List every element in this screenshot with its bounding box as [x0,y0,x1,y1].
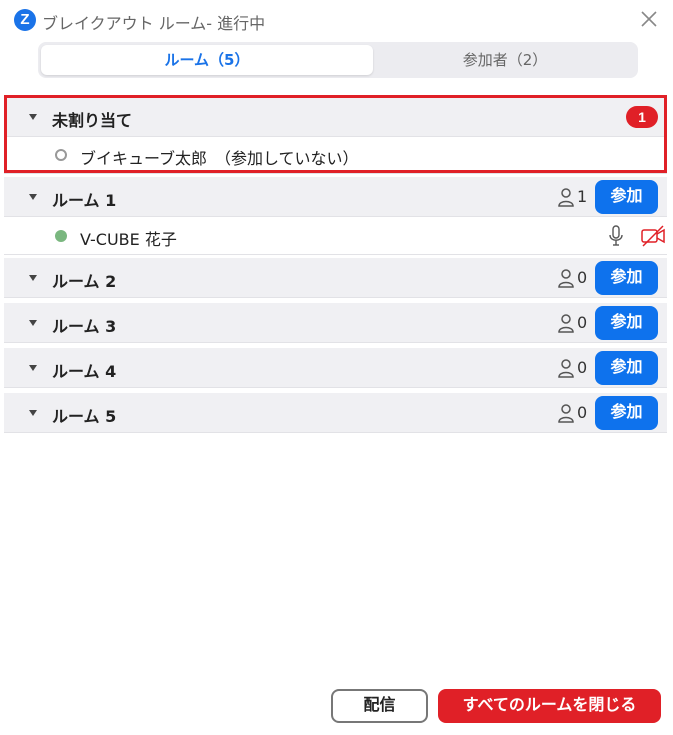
close-all-rooms-button[interactable]: すべてのルームを閉じる [438,689,661,723]
caret-down-icon[interactable] [29,194,37,200]
title-bar: Z ブレイクアウト ルーム- 進行中 [0,0,673,40]
close-icon[interactable] [638,8,660,30]
list-item[interactable]: ブイキューブ太郎 （参加していない） [4,137,667,174]
video-off-icon [641,225,665,247]
person-icon [558,314,574,333]
room-name: ルーム 4 [52,362,117,381]
person-icon [558,188,574,207]
room-name: ルーム 3 [52,317,117,336]
broadcast-button[interactable]: 配信 [331,689,428,723]
room-row[interactable]: ルーム 2 0 参加 [4,258,667,298]
room-row[interactable]: ルーム 5 0 参加 [4,393,667,433]
caret-down-icon[interactable] [29,365,37,371]
join-room-button[interactable]: 参加 [595,351,658,385]
status-not-joined-icon [55,149,67,161]
member-name: V-CUBE 花子 [80,230,177,249]
room-row[interactable]: ルーム 4 0 参加 [4,348,667,388]
caret-down-icon[interactable] [29,114,37,120]
window-title: ブレイクアウト ルーム- 進行中 [42,14,266,33]
room-name: ルーム 5 [52,407,117,426]
caret-down-icon[interactable] [29,320,37,326]
member-name: ブイキューブ太郎 （参加していない） [80,149,359,168]
tab-rooms[interactable]: ルーム（5） [41,45,373,75]
zoom-logo-icon: Z [14,9,36,31]
unassigned-count-badge: 1 [626,106,658,128]
room-participant-count: 0 [577,403,588,422]
tab-bar: ルーム（5） 参加者（2） [38,42,638,78]
caret-down-icon[interactable] [29,275,37,281]
room-participant-count: 1 [577,187,588,206]
room-name: ルーム 1 [52,191,117,210]
room-participant-count: 0 [577,313,588,332]
room-row[interactable]: ルーム 1 1 参加 [4,177,667,217]
person-icon [558,269,574,288]
room-participant-count: 0 [577,268,588,287]
status-joined-icon [55,230,67,242]
room-row[interactable]: ルーム 3 0 参加 [4,303,667,343]
unassigned-label: 未割り当て [52,111,133,130]
tab-participants[interactable]: 参加者（2） [376,45,634,75]
unassigned-group-header[interactable]: 未割り当て 1 [4,97,667,137]
room-name: ルーム 2 [52,272,117,291]
room-participant-count: 0 [577,358,588,377]
join-room-button[interactable]: 参加 [595,180,658,214]
person-icon [558,404,574,423]
list-item[interactable]: V-CUBE 花子 [4,218,667,255]
mic-icon [609,225,623,246]
caret-down-icon[interactable] [29,410,37,416]
join-room-button[interactable]: 参加 [595,306,658,340]
join-room-button[interactable]: 参加 [595,396,658,430]
person-icon [558,359,574,378]
join-room-button[interactable]: 参加 [595,261,658,295]
